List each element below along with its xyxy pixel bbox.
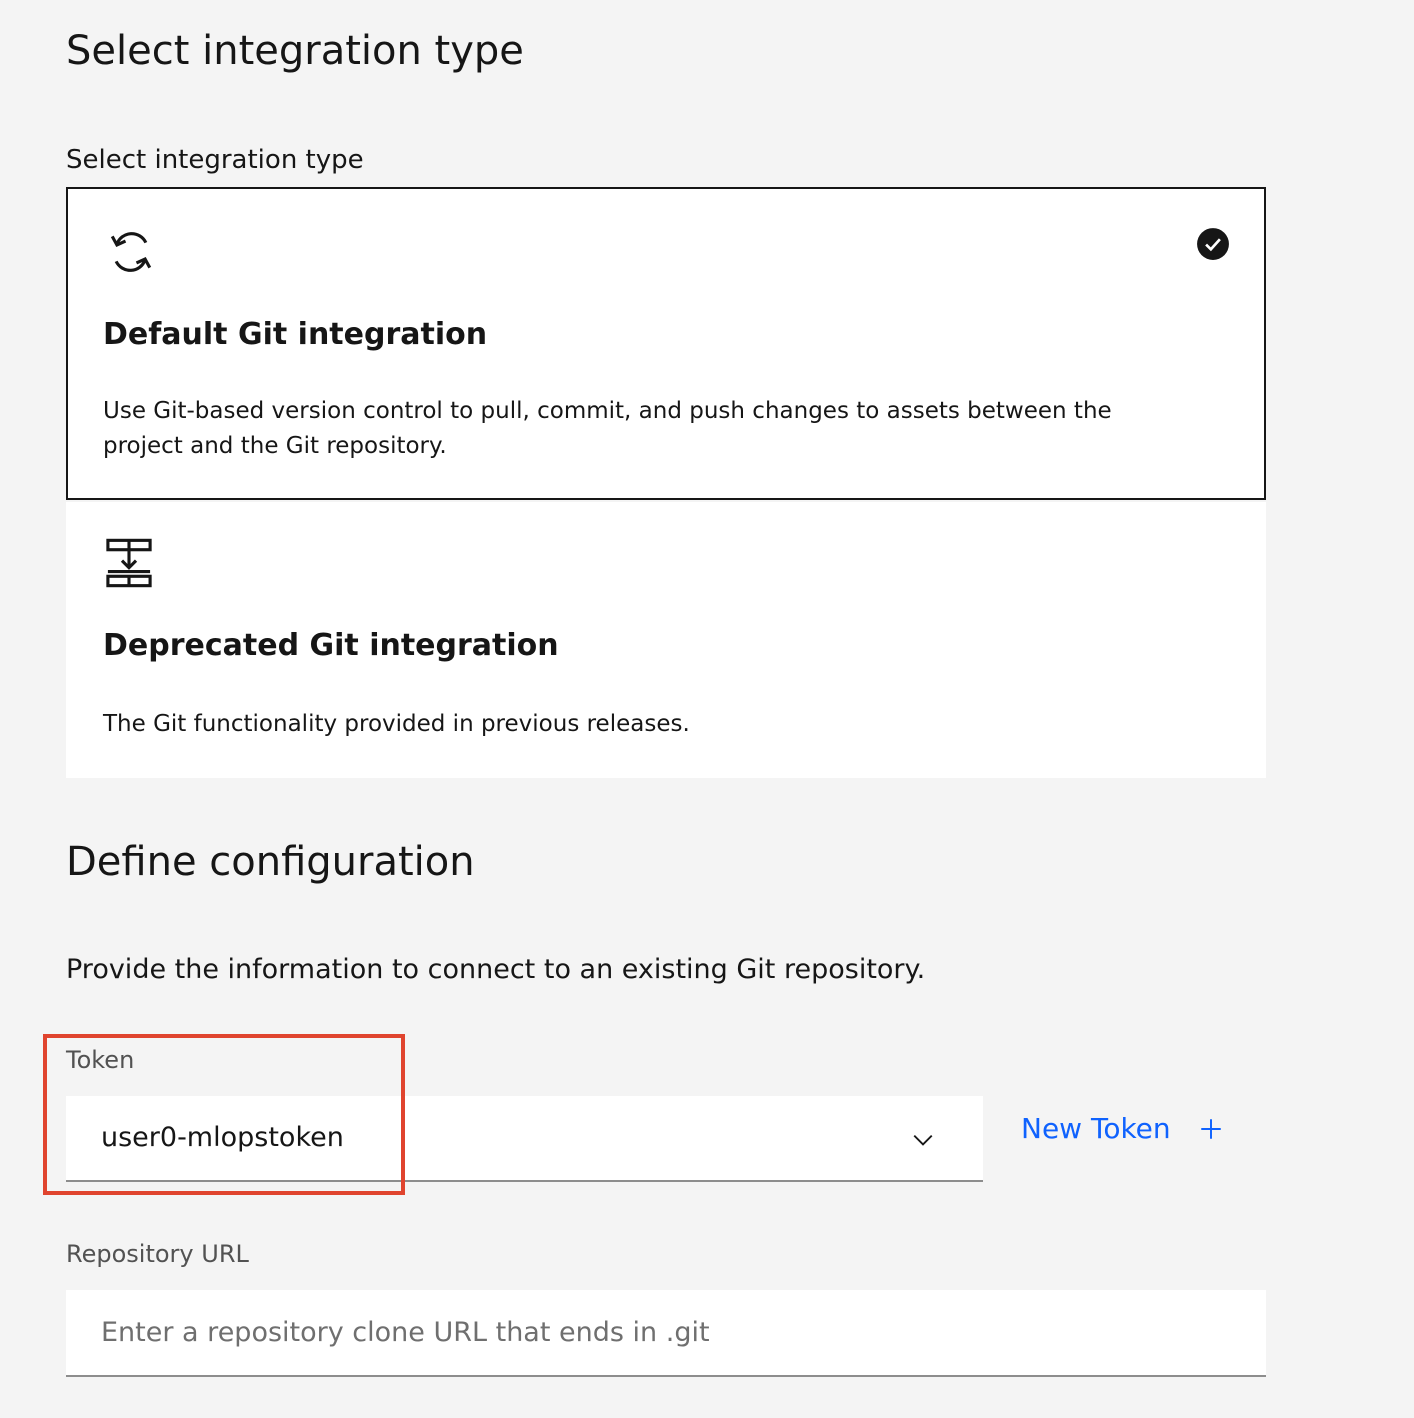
tile-description: The Git functionality provided in previo…	[103, 711, 690, 737]
repository-url-input[interactable]	[66, 1290, 1266, 1377]
tile-title: Default Git integration	[103, 317, 488, 352]
data-transfer-icon	[106, 538, 152, 588]
tile-deprecated-git-integration[interactable]: Deprecated Git integration The Git funct…	[66, 502, 1266, 778]
token-selected-value: user0-mlopstoken	[101, 1122, 344, 1153]
checkmark-filled-icon	[1197, 228, 1229, 260]
add-icon[interactable]	[1198, 1116, 1224, 1142]
repository-url-label: Repository URL	[66, 1240, 249, 1268]
configuration-section-title: Define configuration	[66, 839, 475, 885]
token-label: Token	[66, 1046, 135, 1074]
tile-title: Deprecated Git integration	[103, 628, 559, 663]
tile-description: Use Git-based version control to pull, c…	[103, 398, 1112, 459]
new-token-button[interactable]: New Token	[1021, 1112, 1171, 1145]
integration-type-label: Select integration type	[66, 145, 364, 175]
chevron-down-icon	[913, 1134, 933, 1146]
configuration-description: Provide the information to connect to an…	[66, 954, 926, 985]
integration-section-title: Select integration type	[66, 28, 524, 74]
sync-arrows-icon	[110, 232, 152, 272]
tile-default-git-integration[interactable]: Default Git integration Use Git-based ve…	[66, 187, 1266, 500]
token-select[interactable]: user0-mlopstoken	[66, 1096, 983, 1182]
